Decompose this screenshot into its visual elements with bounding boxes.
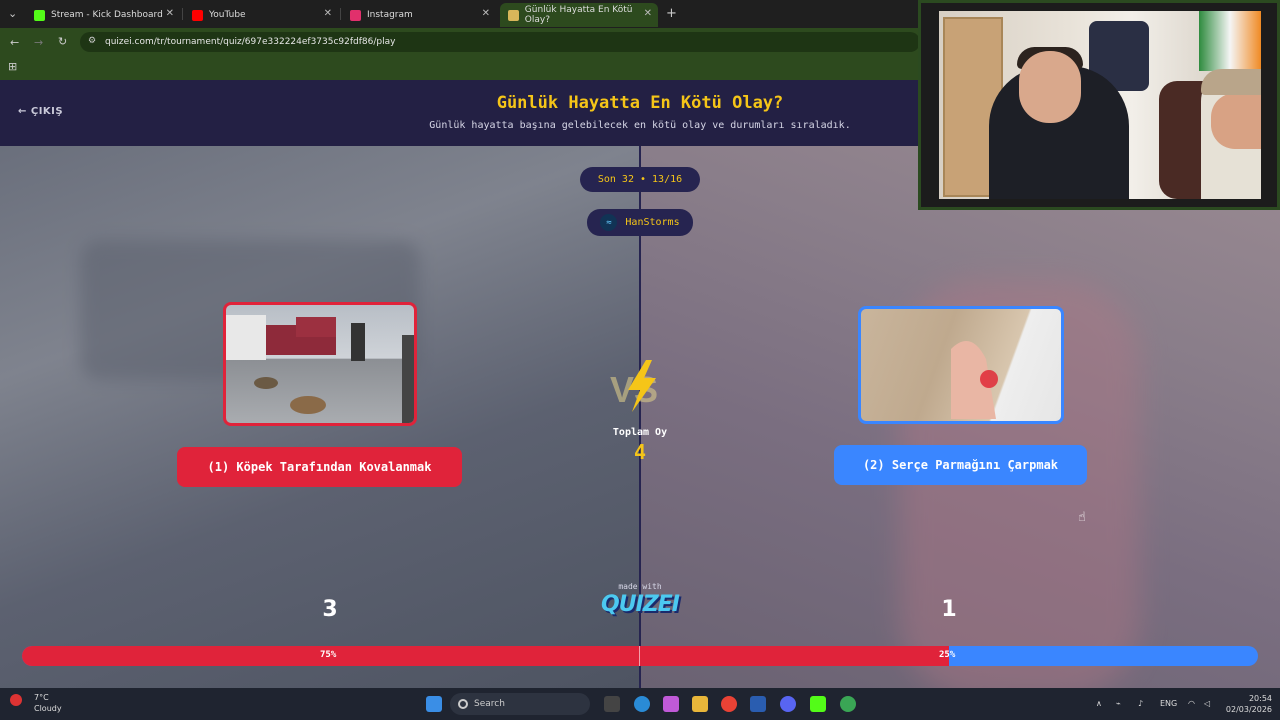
right-percent-label: 25% (939, 650, 956, 660)
volume-icon[interactable]: ◁ (1204, 699, 1210, 708)
site-info-icon[interactable]: ⚙ (88, 36, 96, 46)
wifi-icon[interactable]: ◠ (1188, 699, 1195, 708)
kick-icon (34, 9, 45, 21)
left-vote-fill (22, 646, 949, 666)
tab-label: Stream - Kick Dashboard (51, 10, 163, 20)
close-icon[interactable]: ✕ (166, 8, 174, 19)
back-arrow-icon[interactable]: ← (10, 36, 19, 49)
stubbed-toe-photo (951, 341, 998, 419)
chrome-icon[interactable] (721, 696, 737, 712)
tab-search-icon[interactable]: ⌄ (8, 7, 17, 20)
tab-separator (340, 8, 341, 20)
option-right-image[interactable] (858, 306, 1064, 424)
dog-chase-photo (226, 315, 414, 423)
user-badge: ≈ HanStorms (587, 209, 693, 236)
option-left-image[interactable] (223, 302, 417, 426)
option-right-button[interactable]: (2) Serçe Parmağını Çarpmak (834, 445, 1087, 485)
close-icon[interactable]: ✕ (644, 8, 652, 19)
made-with-label: made with (618, 582, 662, 591)
kick-app-icon[interactable] (810, 696, 826, 712)
clock-date: 02/03/2026 (1225, 705, 1272, 714)
os-taskbar: 7°C Cloudy Search ∧ ⌁ ♪ ENG ◠ ◁ 20:54 02… (0, 688, 1280, 720)
bar-center-tick (639, 646, 640, 666)
quizei-icon (508, 9, 519, 21)
tab-label: Instagram (367, 10, 413, 20)
file-explorer-icon[interactable] (692, 696, 708, 712)
close-icon[interactable]: ✕ (324, 8, 332, 19)
tab-youtube[interactable]: YouTube ✕ (184, 3, 338, 27)
tab-quiz-active[interactable]: Günlük Hayatta En Kötü Olay? ✕ (500, 3, 658, 27)
apps-grid-icon[interactable]: ⊞ (8, 60, 17, 73)
task-view-icon[interactable] (604, 696, 620, 712)
round-badge: Son 32 • 13/16 (580, 167, 700, 192)
edge-icon[interactable] (634, 696, 650, 712)
vote-progress-bar: 75% 25% (22, 646, 1258, 666)
language-indicator[interactable]: ENG (1160, 699, 1177, 708)
tab-label: YouTube (209, 10, 246, 20)
new-tab-button[interactable]: + (666, 6, 677, 21)
mouse-cursor-icon: ☝ (1078, 510, 1086, 525)
total-votes-label: Toplam Oy (612, 427, 668, 438)
taskbar-search[interactable]: Search (450, 693, 590, 715)
chrome-profile-icon[interactable] (840, 696, 856, 712)
tab-instagram[interactable]: Instagram ✕ (342, 3, 496, 27)
webcam-overlay (918, 0, 1280, 210)
instagram-icon (350, 9, 361, 21)
close-icon[interactable]: ✕ (482, 8, 490, 19)
tray-chevron-icon[interactable]: ∧ (1096, 699, 1102, 708)
tab-separator (182, 8, 183, 20)
search-icon (458, 699, 468, 709)
start-icon[interactable] (426, 696, 442, 712)
guest-face-shape (1211, 93, 1261, 149)
left-percent-label: 75% (320, 650, 337, 660)
reload-icon[interactable]: ↻ (58, 35, 67, 48)
flag-shape (1199, 11, 1261, 71)
youtube-icon (192, 9, 203, 21)
versus-icon: VS (610, 360, 658, 412)
forward-arrow-icon[interactable]: → (34, 36, 43, 49)
url-text[interactable]: quizei.com/tr/tournament/quiz/697e332224… (105, 37, 395, 47)
mic-icon[interactable]: ♪ (1138, 699, 1143, 708)
network-icon[interactable]: ⌁ (1116, 699, 1121, 708)
weather-alert-icon (10, 694, 22, 706)
guest-cap-shape (1201, 69, 1261, 95)
copilot-icon[interactable] (663, 696, 679, 712)
username: HanStorms (625, 217, 680, 228)
total-votes-value: 4 (633, 440, 647, 464)
store-icon[interactable] (750, 696, 766, 712)
tab-kick-dashboard[interactable]: Stream - Kick Dashboard ✕ (26, 3, 180, 27)
discord-icon[interactable] (780, 696, 796, 712)
tab-label: Günlük Hayatta En Kötü Olay? (524, 5, 633, 25)
streamer-face-shape (1019, 51, 1081, 123)
avatar: ≈ (600, 214, 618, 231)
right-vote-count: 1 (941, 597, 957, 622)
clock[interactable]: 20:54 02/03/2026 (1222, 693, 1272, 715)
webcam-feed (939, 11, 1261, 199)
left-vote-count: 3 (322, 597, 338, 622)
quizei-logo[interactable]: QUIZEI (590, 592, 690, 617)
clock-time: 20:54 (1248, 694, 1272, 703)
option-left-button[interactable]: (1) Köpek Tarafından Kovalanmak (177, 447, 462, 487)
search-placeholder: Search (474, 699, 505, 709)
